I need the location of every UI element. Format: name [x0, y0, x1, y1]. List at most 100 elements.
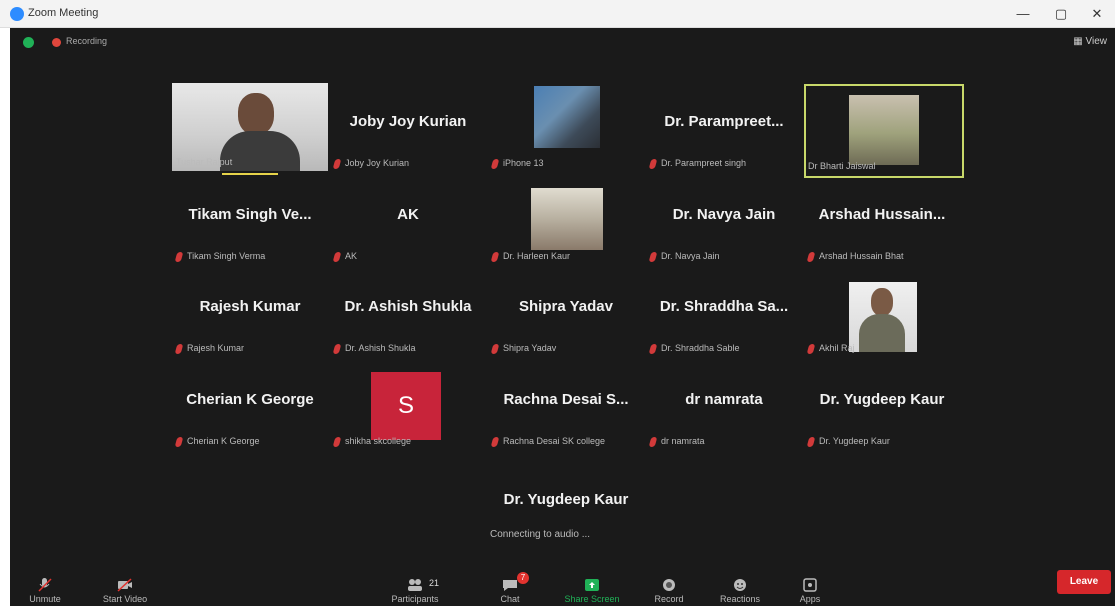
apps-button[interactable]: Apps: [775, 578, 845, 604]
mic-muted-icon: [648, 159, 658, 169]
participant-display-name: Rachna Desai S...: [503, 391, 629, 408]
participant-tile[interactable]: Rajesh Kumar Rajesh Kumar: [172, 268, 328, 358]
reactions-icon: [734, 579, 746, 591]
apps-icon: [803, 578, 817, 592]
participants-icon: [408, 579, 422, 591]
share-screen-button[interactable]: Share Screen: [557, 578, 627, 604]
mic-muted-icon: [490, 344, 500, 354]
participant-tile[interactable]: Rachna Desai S... Rachna Desai SK colleg…: [488, 361, 644, 451]
participant-tile[interactable]: Tushar Rajput: [172, 83, 328, 175]
participant-name-label: Dr. Navya Jain: [648, 251, 720, 262]
participant-display-name: Dr. Ashish Shukla: [344, 298, 472, 315]
maximize-button[interactable]: ▢: [1046, 3, 1076, 25]
zoom-logo-icon: [10, 7, 24, 21]
mic-muted-icon: [648, 344, 658, 354]
chat-button[interactable]: 7 Chat: [475, 572, 545, 604]
close-button[interactable]: ✕: [1082, 3, 1112, 25]
unmute-label: Unmute: [29, 594, 61, 604]
reactions-label: Reactions: [719, 594, 761, 604]
participant-name-label: Dr. Parampreet singh: [648, 158, 746, 169]
leave-button[interactable]: Leave: [1057, 570, 1111, 594]
record-icon: [663, 579, 675, 591]
person-body: [859, 314, 905, 352]
participant-name-label: Dr. Shraddha Sable: [648, 343, 740, 354]
chat-unread-badge: 7: [517, 572, 529, 584]
participant-tile[interactable]: Arshad Hussain... Arshad Hussain Bhat: [804, 176, 960, 266]
participant-video: [849, 282, 917, 352]
participant-display-name: Rajesh Kumar: [199, 298, 301, 315]
participant-name-label: Tushar Rajput: [176, 157, 233, 167]
participant-tile[interactable]: S shikha skcollege: [330, 361, 486, 451]
mic-muted-icon: [806, 344, 816, 354]
meeting-stage: Recording ▦ View Tushar Rajput Joby Joy …: [10, 28, 1115, 606]
unmute-button[interactable]: Unmute: [10, 578, 80, 604]
view-label: View: [1085, 36, 1108, 47]
person-head: [238, 93, 274, 135]
participant-avatar: S: [371, 372, 441, 440]
record-button[interactable]: Record: [634, 578, 704, 604]
mic-muted-icon: [174, 437, 184, 447]
participants-button[interactable]: Participants 21: [380, 578, 450, 604]
participant-display-name: Joby Joy Kurian: [349, 113, 467, 130]
participant-name-label: Akhil Raj: [806, 343, 855, 354]
participant-name-label: Tikam Singh Verma: [174, 251, 265, 262]
mic-muted-icon: [332, 159, 342, 169]
participant-display-name: Dr. Parampreet...: [664, 113, 784, 130]
mic-muted-icon: [174, 344, 184, 354]
participant-display-name: dr namrata: [685, 391, 763, 408]
recording-dot-icon: [52, 38, 61, 47]
security-shield-icon[interactable]: [23, 37, 34, 48]
start-video-label: Start Video: [102, 594, 148, 604]
meeting-toolbar: Unmute Start Video Participants 21 7 Cha…: [10, 570, 1115, 606]
mic-muted-icon: [490, 159, 500, 169]
view-button[interactable]: ▦ View: [1073, 36, 1107, 47]
window-title: Zoom Meeting: [28, 7, 99, 19]
participant-tile[interactable]: Shipra Yadav Shipra Yadav: [488, 268, 644, 358]
participant-name-label: iPhone 13: [490, 158, 544, 169]
participant-tile[interactable]: Joby Joy Kurian Joby Joy Kurian: [330, 83, 486, 173]
participant-name-label: shikha skcollege: [332, 436, 411, 447]
mic-muted-icon: [490, 437, 500, 447]
participant-name-label: Shipra Yadav: [490, 343, 556, 354]
participant-tile[interactable]: Akhil Raj: [804, 268, 960, 358]
participant-tile[interactable]: Tikam Singh Ve... Tikam Singh Verma: [172, 176, 328, 266]
participant-display-name: Arshad Hussain...: [818, 206, 946, 223]
mic-muted-icon: [806, 252, 816, 262]
participant-name-label: Dr Bharti Jaiswal: [808, 161, 876, 171]
active-speaker-indicator: [222, 173, 278, 175]
participant-tile[interactable]: Dr. Harleen Kaur: [488, 176, 644, 266]
reactions-button[interactable]: Reactions: [705, 578, 775, 604]
participant-video: [534, 86, 600, 148]
participant-tile[interactable]: dr namrata dr namrata: [646, 361, 802, 451]
start-video-button[interactable]: Start Video: [90, 578, 160, 604]
participant-display-name: Cherian K George: [186, 391, 314, 408]
participant-tile[interactable]: Dr. Ashish Shukla Dr. Ashish Shukla: [330, 268, 486, 358]
mic-muted-icon: [490, 252, 500, 262]
participant-display-name: Shipra Yadav: [519, 298, 613, 315]
participant-tile[interactable]: Dr. Shraddha Sa... Dr. Shraddha Sable: [646, 268, 802, 358]
mic-muted-icon: [806, 437, 816, 447]
participant-display-name: Tikam Singh Ve...: [188, 206, 312, 223]
participant-name-label: Dr. Yugdeep Kaur: [806, 436, 890, 447]
chat-label: Chat: [500, 594, 520, 604]
participant-tile[interactable]: iPhone 13: [488, 83, 644, 173]
share-screen-label: Share Screen: [564, 594, 620, 604]
participants-count: 21: [429, 578, 440, 588]
participant-tile[interactable]: AK AK: [330, 176, 486, 266]
participant-video: [849, 95, 919, 165]
participant-display-name: AK: [397, 206, 419, 223]
mic-muted-icon: [332, 344, 342, 354]
title-bar: Zoom Meeting — ▢ ✕: [0, 0, 1115, 28]
participant-name-label: Rachna Desai SK college: [490, 436, 605, 447]
participant-tile[interactable]: Cherian K George Cherian K George: [172, 361, 328, 451]
participant-tile[interactable]: Dr. Yugdeep Kaur Dr. Yugdeep Kaur: [804, 361, 960, 451]
mic-muted-icon: [174, 252, 184, 262]
participant-tile[interactable]: Dr. Navya Jain Dr. Navya Jain: [646, 176, 802, 266]
mic-muted-icon: [332, 252, 342, 262]
participant-display-name: Dr. Yugdeep Kaur: [819, 391, 945, 408]
participant-tile[interactable]: Dr. Parampreet... Dr. Parampreet singh: [646, 83, 802, 173]
video-off-icon: [117, 578, 132, 592]
recording-label: Recording: [66, 36, 108, 46]
minimize-button[interactable]: —: [1008, 3, 1038, 25]
participant-tile-active[interactable]: Dr Bharti Jaiswal: [804, 83, 964, 178]
